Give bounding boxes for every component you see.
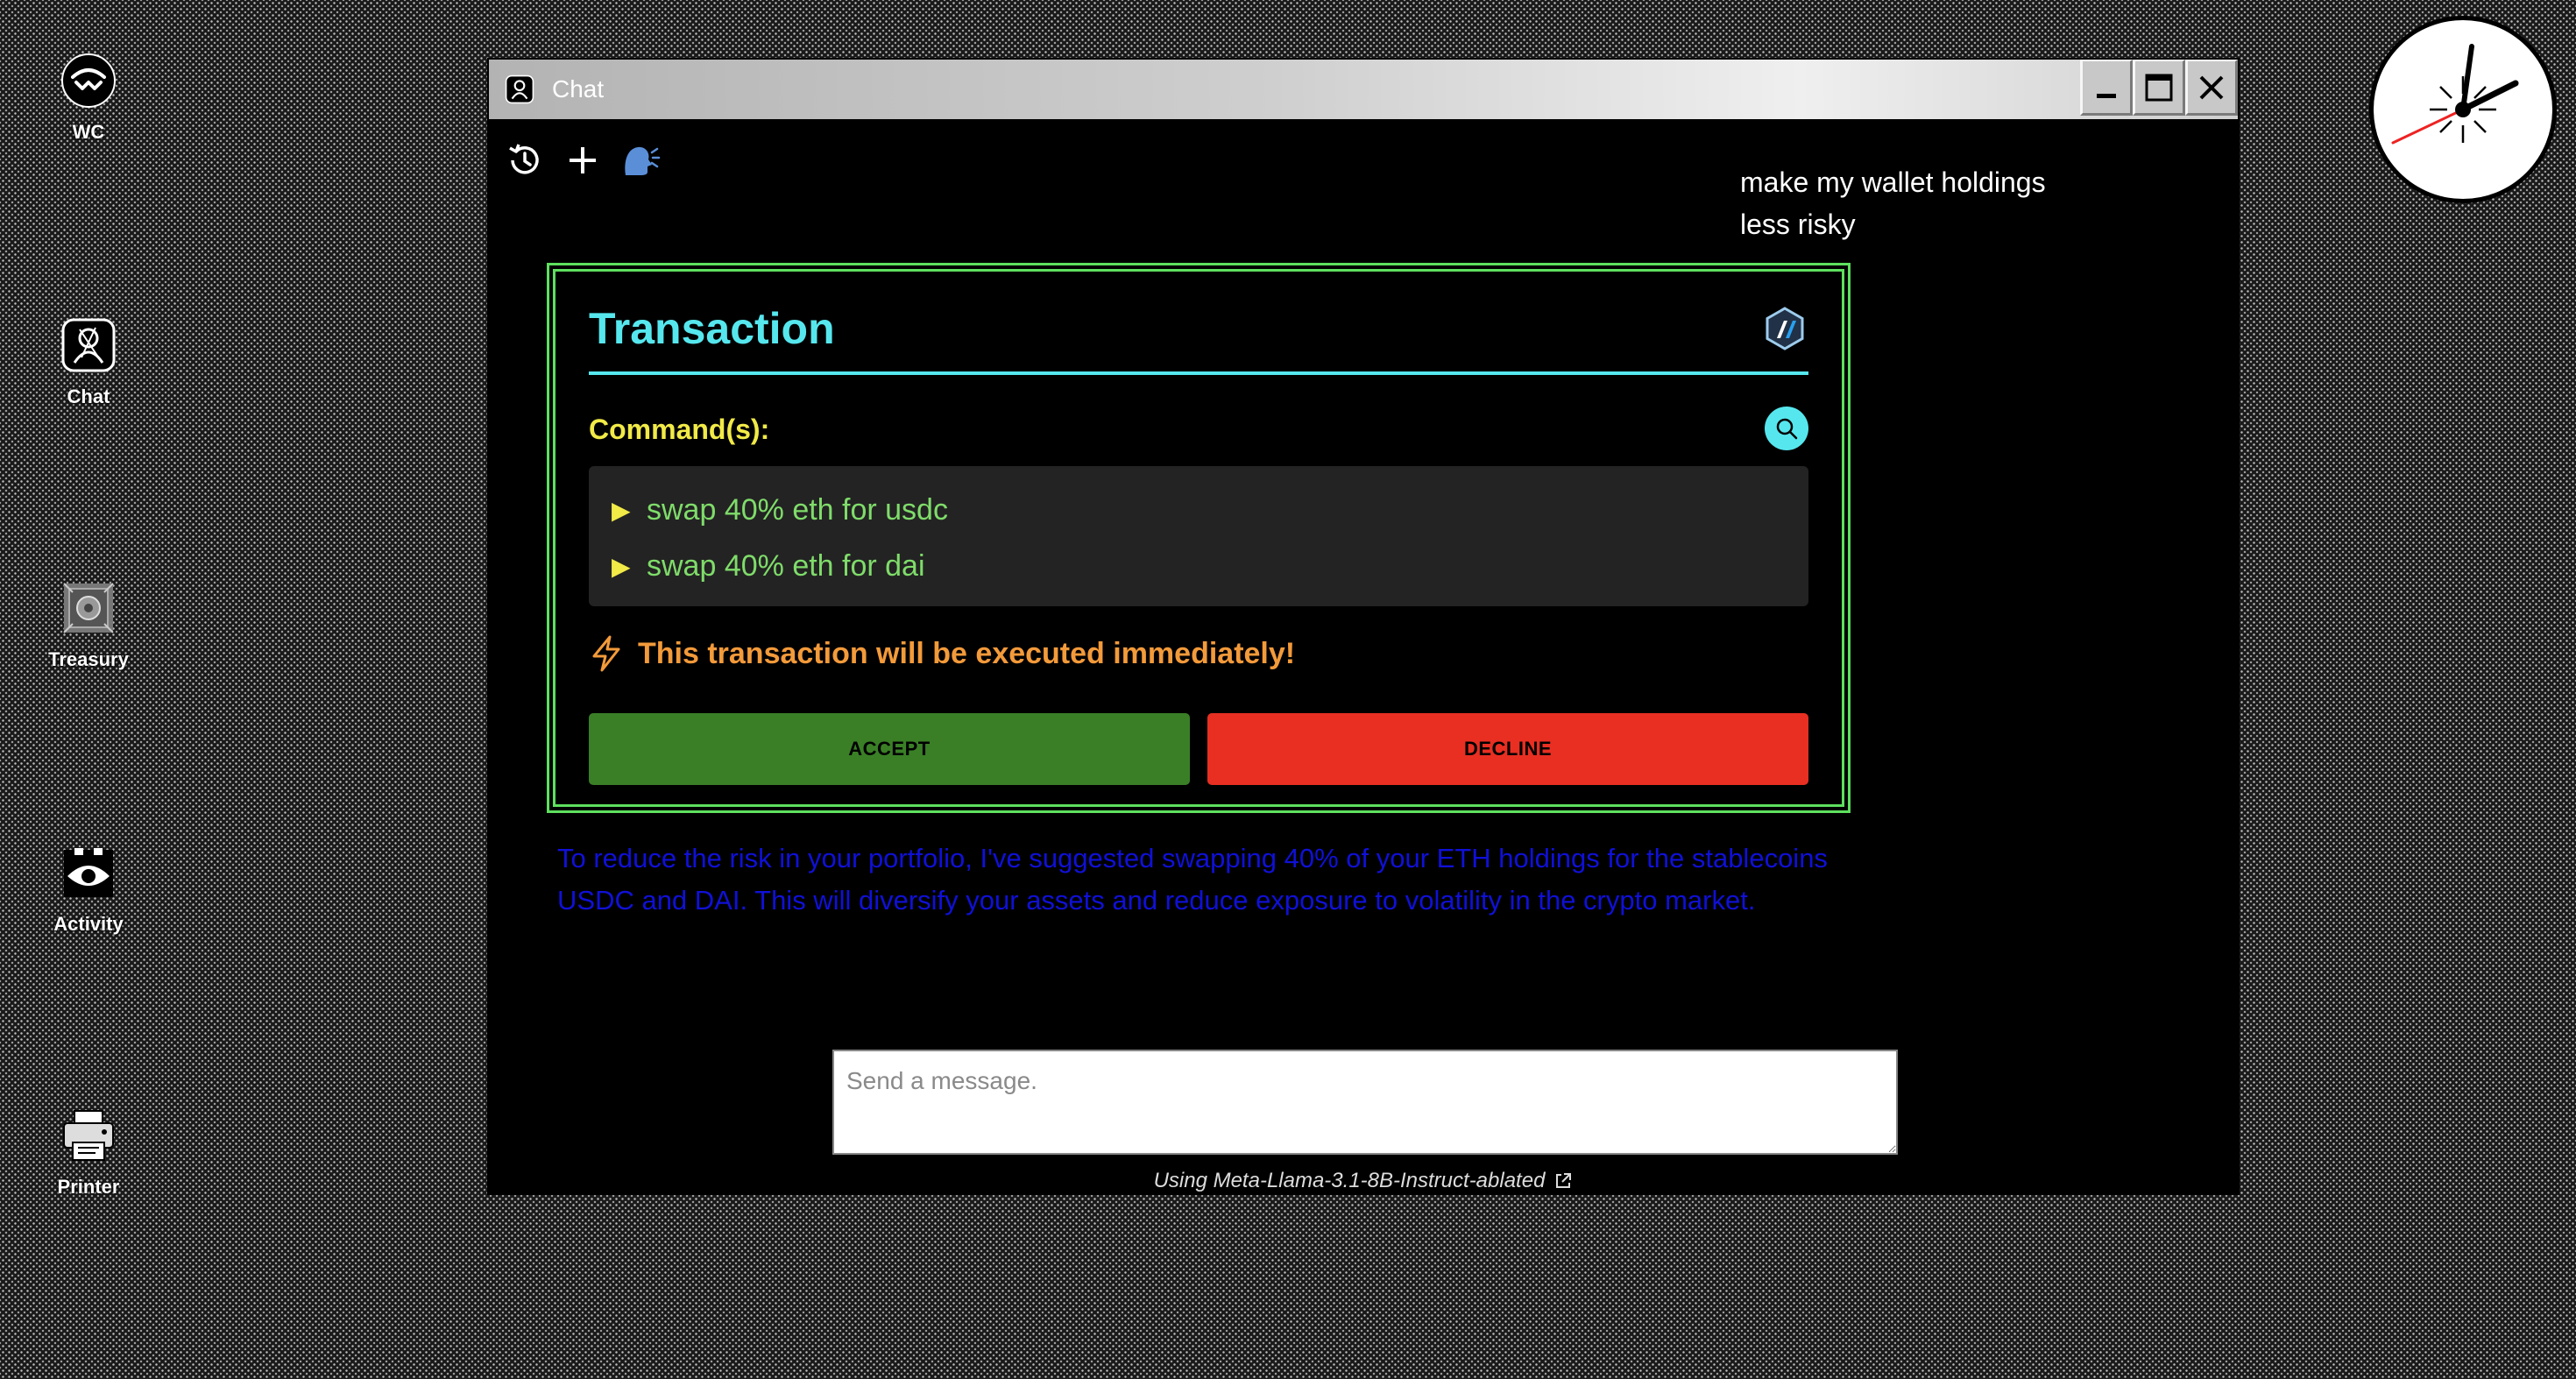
minimize-button[interactable]: [2080, 60, 2133, 116]
history-button[interactable]: [505, 140, 545, 180]
external-link-icon: [1556, 1173, 1572, 1188]
history-icon: [509, 144, 539, 174]
command-item[interactable]: ▶ swap 40% eth for dai: [589, 538, 1808, 594]
command-text: swap 40% eth for usdc: [647, 492, 948, 527]
window-title: Chat: [552, 75, 605, 103]
warning-text: This transaction will be executed immedi…: [638, 636, 1296, 670]
desktop-icon-wc[interactable]: WC: [33, 53, 144, 144]
lightning-icon: [592, 635, 620, 672]
plus-icon: [570, 147, 596, 173]
walletconnect-icon: [60, 53, 117, 109]
desktop-icon-label: WC: [72, 121, 105, 143]
desktop-clock: [2369, 16, 2557, 203]
treasury-icon: [60, 580, 117, 636]
printer-icon: [60, 1107, 117, 1163]
caret-right-icon: ▶: [612, 552, 631, 580]
desktop-icon-activity[interactable]: Activity: [33, 845, 144, 936]
user-message: make my wallet holdings less risky: [1740, 166, 2046, 240]
decline-button[interactable]: DECLINE: [1207, 713, 1808, 785]
accept-button[interactable]: ACCEPT: [589, 713, 1190, 785]
eye-icon: [60, 845, 117, 901]
commands-list: ▶ swap 40% eth for usdc ▶ swap 40% eth f…: [589, 466, 1808, 606]
maximize-icon: [2145, 74, 2173, 101]
search-icon: [1776, 418, 1798, 440]
window-titlebar[interactable]: Chat: [489, 60, 2238, 119]
desktop-icon-printer[interactable]: Printer: [33, 1107, 144, 1199]
model-info[interactable]: Using Meta-Llama-3.1-8B-Instruct-ablated: [489, 1169, 2238, 1193]
message-input[interactable]: [832, 1050, 1898, 1155]
assistant-message: To reduce the risk in your portfolio, I'…: [557, 843, 1828, 916]
chat-icon: [60, 317, 117, 373]
close-icon: [2199, 75, 2224, 99]
chat-toolbar: [505, 140, 661, 180]
desktop-icon-treasury[interactable]: Treasury: [33, 580, 144, 671]
clock-face-icon: [2391, 44, 2519, 145]
desktop-icon-label: Chat: [67, 385, 110, 407]
voice-button[interactable]: [620, 140, 661, 180]
title-divider: [589, 371, 1808, 375]
desktop-icon-chat[interactable]: Chat: [33, 317, 144, 408]
desktop-icon-label: Printer: [57, 1176, 120, 1198]
new-chat-button[interactable]: [563, 140, 603, 180]
transaction-card: Transaction Command(s): ▶ swap 40% eth f…: [547, 263, 1851, 813]
caret-right-icon: ▶: [612, 496, 631, 524]
minimize-icon: [2097, 93, 2116, 98]
chat-window: Chat make my wallet holdings less risky …: [487, 58, 2240, 1195]
desktop-icon-label: Activity: [53, 913, 124, 935]
speaking-head-icon: [625, 146, 661, 175]
command-text: swap 40% eth for dai: [647, 548, 925, 583]
transaction-title: Transaction: [589, 304, 835, 353]
close-button[interactable]: [2185, 60, 2238, 116]
desktop-icon-label: Treasury: [48, 648, 129, 670]
maximize-button[interactable]: [2133, 60, 2185, 116]
model-info-text: Using Meta-Llama-3.1-8B-Instruct-ablated: [1153, 1169, 1546, 1192]
inspect-commands-button[interactable]: [1765, 407, 1808, 450]
chat-app-icon: [505, 74, 534, 104]
commands-label: Command(s):: [589, 414, 770, 445]
arbitrum-icon: [1763, 307, 1807, 350]
execution-warning: This transaction will be executed immedi…: [589, 634, 1295, 673]
command-item[interactable]: ▶ swap 40% eth for usdc: [589, 482, 1808, 538]
